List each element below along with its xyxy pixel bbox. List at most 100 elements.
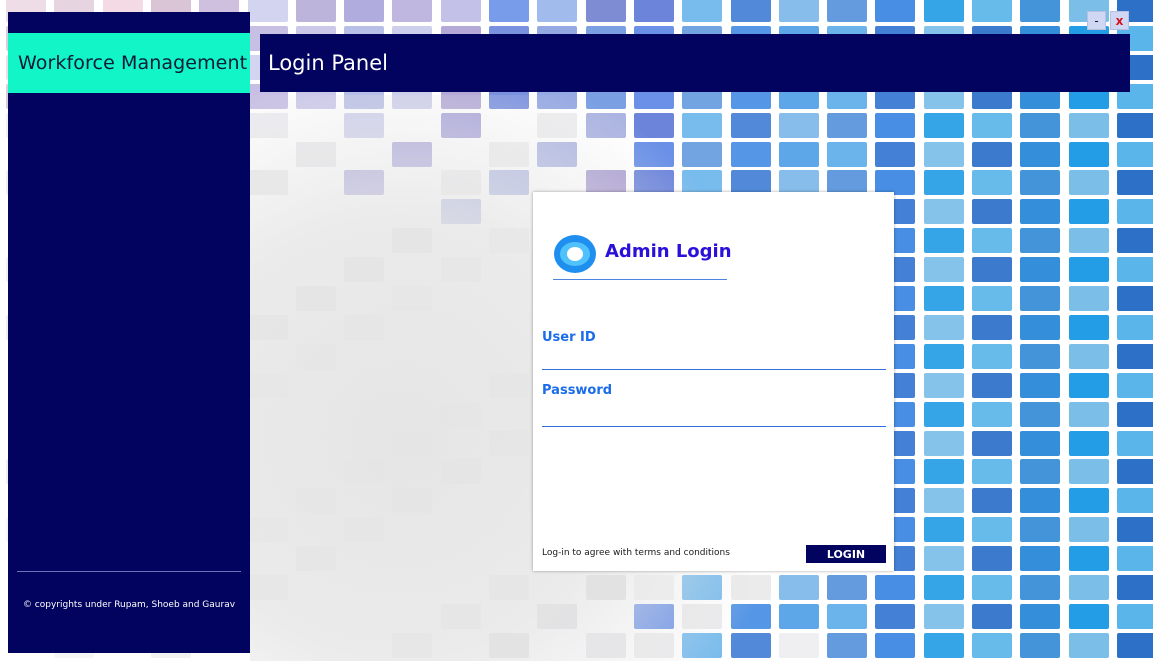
eye-circle-icon [554,235,596,273]
mosaic-tile [875,575,916,600]
mosaic-tile [875,0,916,22]
mosaic-tile [1068,488,1109,514]
mosaic-tile [972,459,1012,485]
mosaic-tile [972,401,1012,427]
mosaic-tile [440,0,481,22]
terms-text: Log-in to agree with terms and condition… [542,548,730,558]
mosaic-tile [972,546,1012,572]
mosaic-tile [875,141,916,167]
mosaic-tile [1068,632,1109,658]
mosaic-tile [972,112,1012,138]
mosaic-tile [1020,314,1061,340]
sidebar-divider [17,571,241,572]
mosaic-tile [923,257,964,283]
minimize-button[interactable]: - [1087,11,1106,30]
mosaic-tile [1116,517,1153,543]
mosaic-tile [730,0,771,22]
mosaic-tile [972,575,1012,600]
login-title: Admin Login [605,241,732,262]
login-card: Admin Login User ID Password Log-in to a… [533,192,894,571]
close-button[interactable]: x [1110,11,1129,30]
mosaic-tile [1116,170,1153,196]
mosaic-tile [1116,314,1153,340]
mosaic-tile [827,112,868,138]
mosaic-tile [1020,632,1061,658]
mosaic-tile [1068,170,1109,196]
header-bar: Login Panel [260,34,1130,92]
mosaic-tile [972,286,1012,311]
mosaic-tile [923,459,964,485]
mosaic-tile [972,141,1012,167]
mosaic-tile [1020,372,1061,398]
login-button[interactable]: LOGIN [806,545,886,563]
password-input[interactable] [542,405,886,427]
mosaic-tile [247,0,288,22]
mosaic-tile [923,141,964,167]
mosaic-tile [972,517,1012,543]
mosaic-tile [875,632,916,658]
mosaic-tile [1068,401,1109,427]
mosaic-tile [1068,257,1109,283]
mosaic-tile [682,0,723,22]
mosaic-tile [1068,343,1109,369]
mosaic-tile [1116,257,1153,283]
mosaic-tile [1116,343,1153,369]
mosaic-tile [778,603,819,629]
user-id-input[interactable] [542,348,886,370]
mosaic-tile [1116,401,1153,427]
mosaic-tile [1020,343,1061,369]
mosaic-tile [923,546,964,572]
mosaic-tile [537,0,578,22]
mosaic-tile [1068,314,1109,340]
mosaic-tile [1068,517,1109,543]
mosaic-tile [1068,372,1109,398]
mosaic-tile [827,141,868,167]
mosaic-tile [1020,488,1061,514]
mosaic-tile [827,603,868,629]
mosaic-tile [972,488,1012,514]
mosaic-tile [972,430,1012,456]
mosaic-tile [972,343,1012,369]
mosaic-tile [972,170,1012,196]
mosaic-tile [923,199,964,225]
mosaic-tile [827,632,868,658]
mosaic-tile [1020,257,1061,283]
mosaic-tile [923,401,964,427]
copyright-text: © copyrights under Rupam, Shoeb and Gaur… [22,600,236,610]
mosaic-tile [1068,199,1109,225]
mosaic-tile [1116,372,1153,398]
mosaic-tile [1020,228,1061,254]
mosaic-tile [1020,430,1061,456]
mosaic-tile [1020,603,1061,629]
mosaic-tile [972,228,1012,254]
mosaic-tile [1116,286,1153,311]
mosaic-tile [778,632,819,658]
mosaic-tile [923,112,964,138]
mosaic-tile [1020,575,1061,600]
mosaic-tile [1116,632,1153,658]
mosaic-tile [923,430,964,456]
mosaic-tile [1116,459,1153,485]
mosaic-tile [972,372,1012,398]
mosaic-tile [585,0,626,22]
mosaic-tile [1020,112,1061,138]
mosaic-tile [972,257,1012,283]
mosaic-tile [1020,199,1061,225]
mosaic-tile [875,112,916,138]
mosaic-tile [1116,603,1153,629]
mosaic-tile [1020,546,1061,572]
mosaic-tile [923,575,964,600]
sidebar: Workforce Management © copyrights under … [8,12,250,653]
mosaic-tile [295,0,336,22]
mosaic-tile [1068,546,1109,572]
mosaic-tile [344,0,385,22]
mosaic-tile [1116,112,1153,138]
mosaic-tile [1068,112,1109,138]
mosaic-tile [923,286,964,311]
mosaic-tile [778,112,819,138]
mosaic-tile [972,603,1012,629]
mosaic-tile [1068,459,1109,485]
mosaic-tile [923,603,964,629]
mosaic-tile [972,314,1012,340]
mosaic-tile [875,603,916,629]
